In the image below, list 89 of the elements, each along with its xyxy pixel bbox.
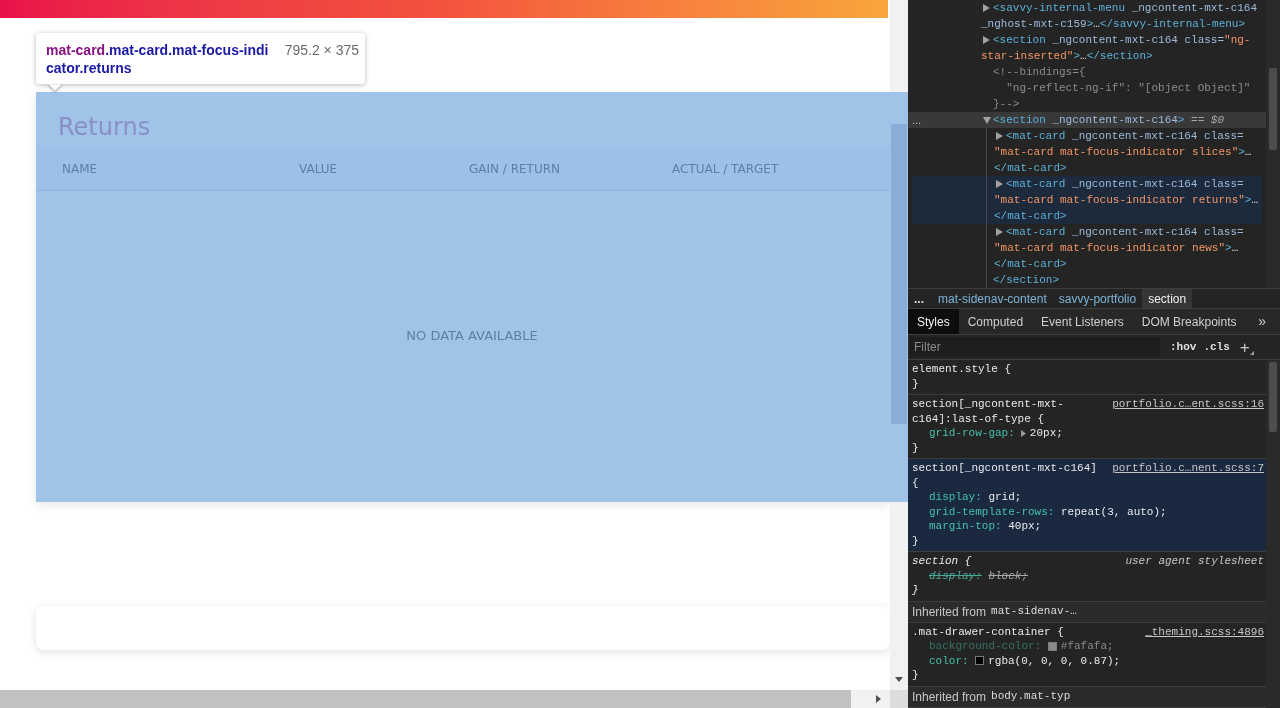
panel-tab[interactable]: Styles — [908, 309, 959, 334]
hovered-node-row[interactable]: <mat-card _ngcontent-mxt-c164 class= "mat-card mat-focus-indicator returns">… </mat-card> — [912, 176, 1262, 224]
dom-node-text[interactable]: star-inserted">…</section> — [981, 48, 1153, 64]
dom-node-text[interactable]: <section _ngcontent-mxt-c164> — [993, 112, 1185, 128]
filter-field[interactable]: Filter — [910, 337, 1160, 357]
css-selector: .mat-drawer-container { — [912, 624, 1064, 639]
column-header: GAIN / RETURN — [469, 161, 562, 178]
caret-down-icon[interactable] — [895, 677, 903, 682]
dom-node-text[interactable]: _nghost-mxt-c159>…</savvy-internal-menu> — [981, 16, 1246, 32]
inherited-label: Inherited from — [912, 688, 987, 706]
caret-right-icon[interactable] — [996, 180, 1003, 188]
scrollbar-corner — [890, 690, 908, 708]
caret-down-icon[interactable] — [983, 116, 991, 124]
caret-right-icon[interactable] — [983, 4, 990, 12]
new-rule-button[interactable]: + — [1239, 338, 1254, 356]
dom-node-text[interactable]: <!--bindings={ — [993, 64, 1086, 80]
css-property-value[interactable]: #fafafa; — [1060, 639, 1114, 654]
breadcrumb-item[interactable]: savvy-portfolio — [1052, 289, 1143, 308]
node-actions-button[interactable]: ... — [912, 112, 922, 128]
closing-brace: } — [912, 440, 920, 455]
closing-brace: } — [912, 583, 920, 598]
closing-brace: } — [912, 668, 920, 683]
inherited-label: Inherited from — [912, 603, 987, 621]
caret-right-icon[interactable] — [996, 132, 1003, 140]
color-swatch-icon[interactable] — [975, 656, 985, 666]
source-link[interactable]: _theming.scss:4896 — [1145, 624, 1264, 639]
expand-triangle-icon[interactable] — [1020, 429, 1026, 437]
dom-node-text[interactable]: }--> — [993, 96, 1020, 112]
breadcrumb-overflow-button[interactable]: ... — [914, 289, 924, 308]
dom-node-text[interactable]: <mat-card _ngcontent-mxt-c164 class= — [1006, 224, 1244, 240]
css-property-value[interactable]: block; — [988, 568, 1028, 583]
css-property-name[interactable]: grid-template-rows: — [929, 504, 1055, 519]
source-link[interactable]: portfolio.c…nent.scss:7 — [1112, 461, 1264, 476]
inherited-selector[interactable]: mat-sidenav-… — [991, 603, 1077, 620]
panel-tab[interactable]: Event Listeners — [1032, 309, 1133, 334]
source-label: user agent stylesheet — [1125, 554, 1264, 569]
element-selector-label: mat-card.mat-card.mat-focus-indicator.returns — [46, 41, 270, 77]
dom-node-text[interactable]: </mat-card> — [994, 256, 1067, 272]
css-property-name[interactable]: display: — [929, 568, 982, 583]
corner-triangle-icon — [1249, 350, 1254, 355]
css-property-value[interactable]: 40px; — [1008, 519, 1042, 534]
dom-node-text[interactable]: <savvy-internal-menu _ngcontent-mxt-c164 — [993, 0, 1258, 16]
caret-right-icon[interactable] — [996, 228, 1003, 236]
css-property-name[interactable]: margin-top: — [929, 519, 1002, 534]
css-selector: section[_ngcontent-mxt- c164]:last-of-type { — [912, 397, 1064, 426]
column-header: NAME — [62, 161, 99, 178]
caret-right-icon[interactable] — [876, 695, 881, 703]
dom-node-text[interactable]: "ng-reflect-ng-if": "[object Object]" — [993, 80, 1251, 96]
dom-node-text[interactable]: </mat-card> — [994, 208, 1067, 224]
empty-state-message: NO DATA AVAILABLE — [406, 327, 538, 345]
dom-node-text[interactable]: </section> — [993, 272, 1059, 288]
css-property-name[interactable]: color: — [929, 653, 969, 668]
scrollbar-thumb[interactable] — [1269, 362, 1277, 432]
selected-node-row[interactable]: ... <section _ngcontent-mxt-c164> == $0 — [908, 112, 1266, 128]
source-link[interactable]: portfolio.c…ent.scss:16 — [1112, 397, 1264, 412]
dom-node-text[interactable]: <section _ngcontent-mxt-c164 class="ng- — [993, 32, 1251, 48]
css-property-name[interactable]: display: — [929, 490, 982, 505]
column-header: ACTUAL / TARGET — [672, 161, 780, 178]
inherited-selector[interactable]: body.mat-typ — [991, 688, 1071, 705]
css-selector: element.style { — [912, 362, 1012, 377]
breadcrumb-item[interactable]: section — [1142, 289, 1193, 308]
closing-brace: } — [912, 533, 920, 548]
dom-node-text[interactable]: <mat-card _ngcontent-mxt-c164 class= — [1006, 128, 1244, 144]
css-property-value[interactable]: grid; — [988, 490, 1022, 505]
dom-node-text[interactable]: "mat-card mat-focus-indicator slices">… — [994, 144, 1252, 160]
css-property-value[interactable]: rgba(0, 0, 0, 0.87); — [988, 653, 1121, 668]
color-swatch-icon[interactable] — [1047, 641, 1057, 651]
dom-node-text[interactable]: </mat-card> — [994, 160, 1067, 176]
column-header: VALUE — [299, 161, 339, 178]
closing-brace: } — [912, 376, 920, 391]
caret-right-icon[interactable] — [983, 36, 990, 44]
scrollbar-thumb[interactable] — [891, 124, 907, 424]
dom-node-text[interactable]: "mat-card mat-focus-indicator news">… — [994, 240, 1239, 256]
dom-node-text[interactable]: "mat-card mat-focus-indicator returns">… — [994, 192, 1259, 208]
css-property-value[interactable]: repeat(3, auto); — [1061, 504, 1167, 519]
scrollbar-thumb[interactable] — [0, 690, 851, 708]
scrollbar-thumb[interactable] — [1269, 68, 1277, 150]
css-selector: section { — [912, 554, 972, 569]
css-property-name[interactable]: grid-row-gap: — [929, 426, 1015, 441]
style-toggle-button[interactable]: :hov — [1170, 338, 1197, 356]
console-reference-label: == $0 — [1191, 113, 1225, 128]
style-toggle-button[interactable]: .cls — [1203, 338, 1230, 356]
breadcrumb-item[interactable]: mat-sidenav-content — [932, 289, 1053, 308]
element-size-label: 795.2 × 375 — [284, 41, 359, 59]
panel-tab[interactable]: DOM Breakpoints — [1132, 309, 1246, 334]
more-tabs-button[interactable]: » — [1258, 309, 1266, 334]
css-property-value[interactable]: 20px; — [1029, 426, 1063, 441]
dom-node-text[interactable]: <mat-card _ngcontent-mxt-c164 class= — [1006, 176, 1244, 192]
panel-tab[interactable]: Computed — [958, 309, 1033, 334]
